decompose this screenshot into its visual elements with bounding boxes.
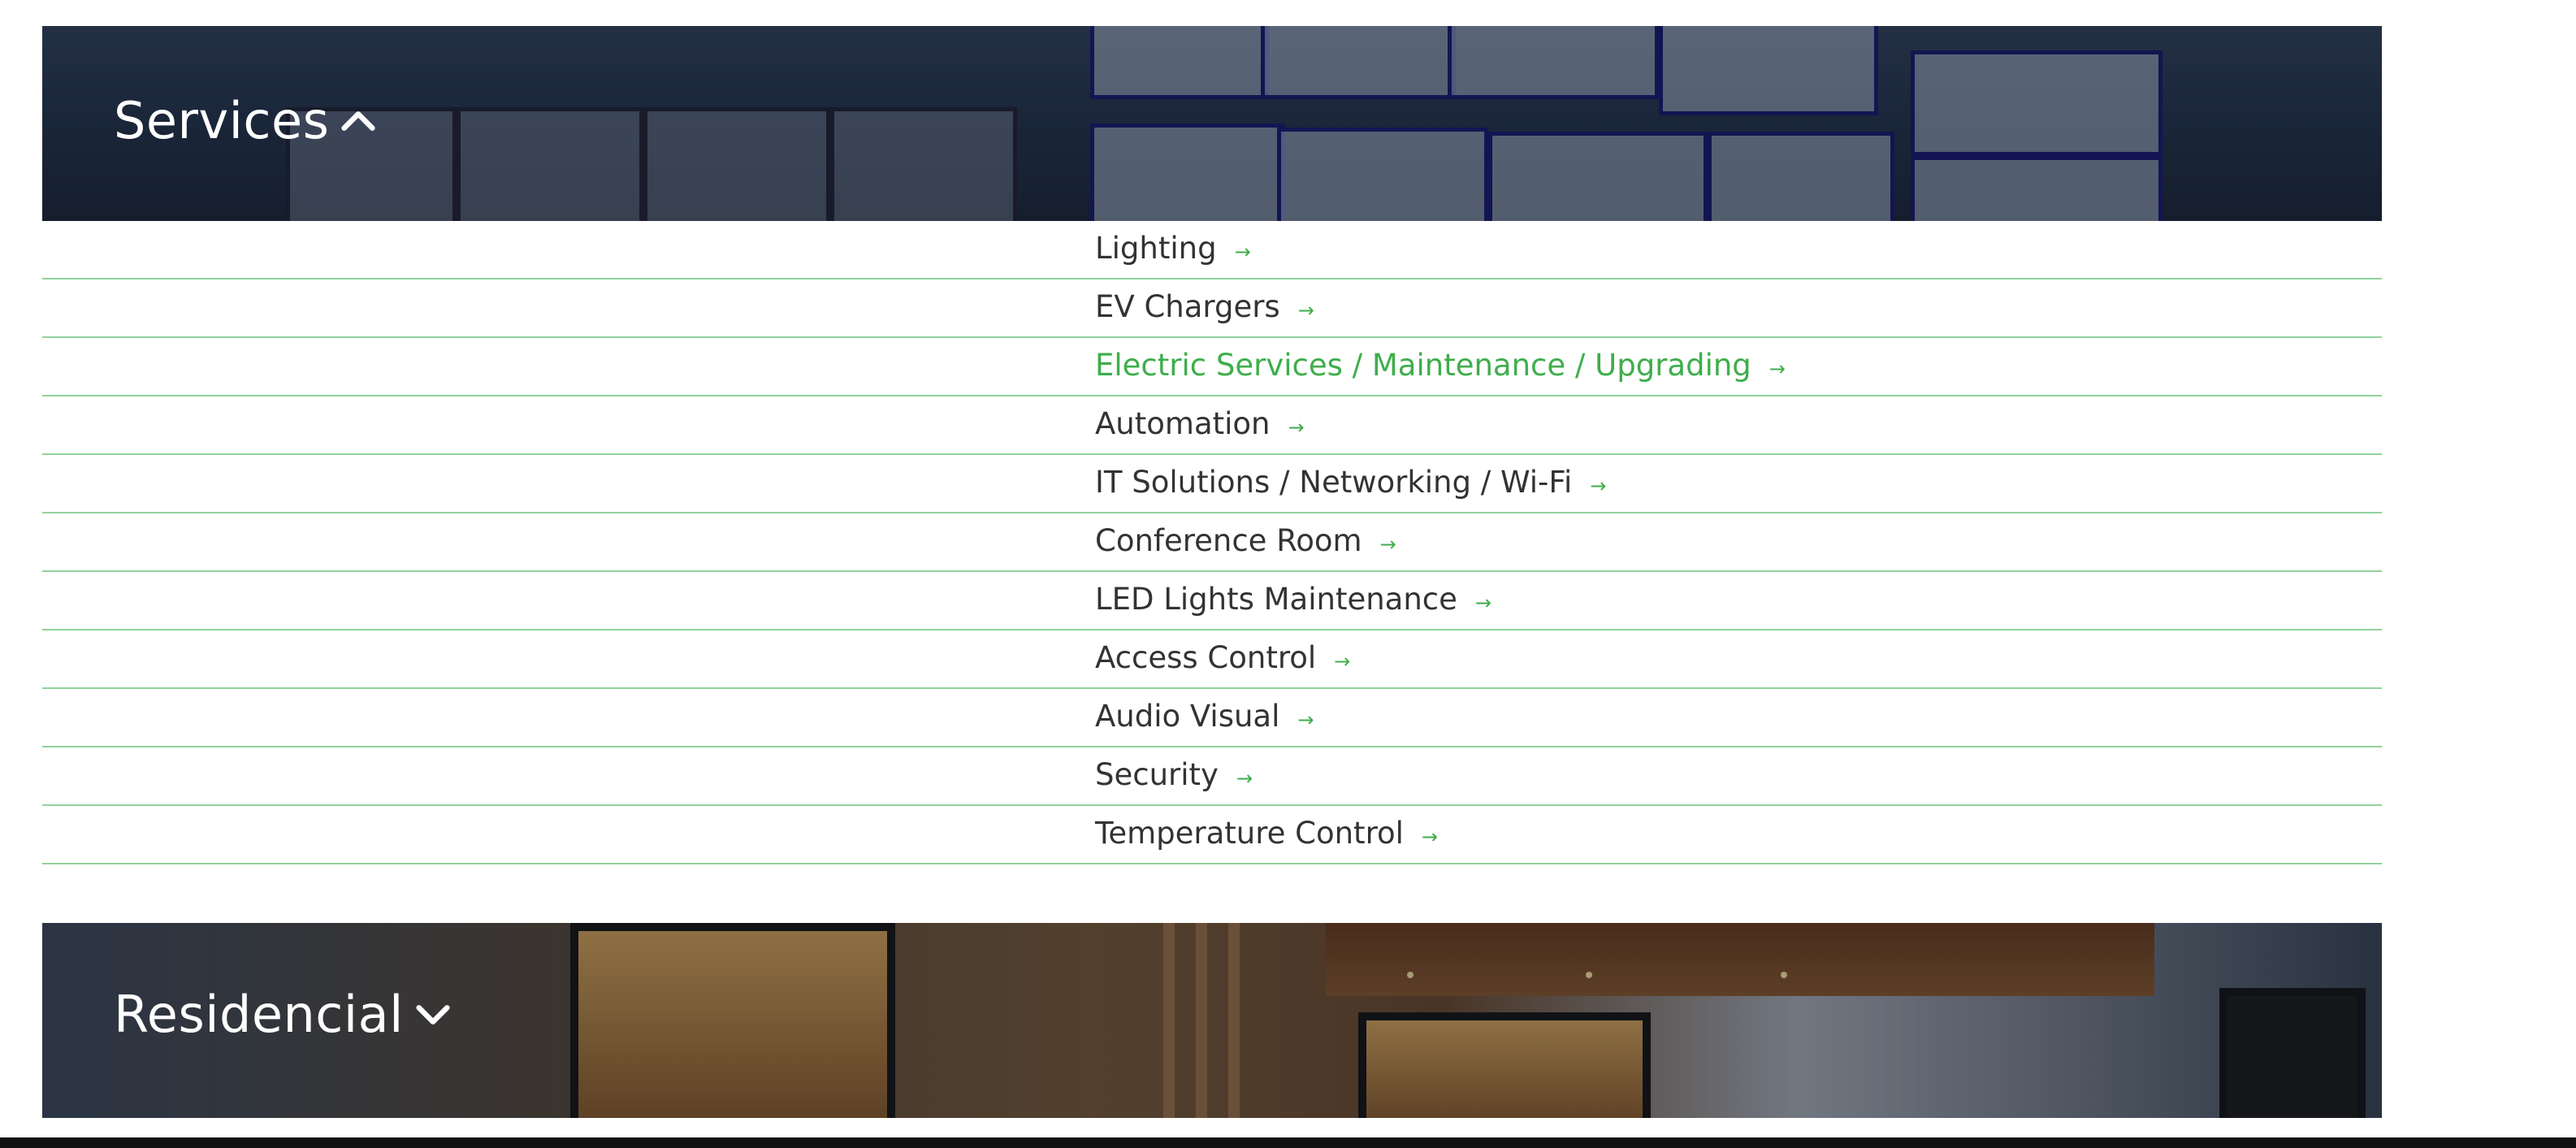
page: Services Lighting → EV Chargers → Electric S…	[0, 0, 2576, 1148]
service-label: Security	[1095, 757, 1219, 792]
chevron-down-icon	[416, 1004, 450, 1025]
service-label: Conference Room	[1095, 523, 1362, 558]
service-link[interactable]: LED Lights Maintenance →	[1095, 582, 1491, 617]
arrow-right-icon: →	[1288, 415, 1305, 439]
service-link[interactable]: Temperature Control →	[1095, 816, 1438, 851]
service-link[interactable]: Access Control →	[1095, 640, 1350, 675]
service-link[interactable]: Security →	[1095, 757, 1253, 792]
service-label: Automation	[1095, 406, 1271, 441]
arrow-right-icon: →	[1236, 766, 1253, 790]
services-title: Services	[114, 91, 330, 150]
arrow-right-icon: →	[1474, 591, 1492, 614]
arrow-right-icon: →	[1590, 474, 1607, 497]
service-link[interactable]: Conference Room →	[1095, 523, 1396, 558]
chevron-up-icon	[341, 110, 376, 131]
service-list-item: Lighting →	[42, 221, 2382, 279]
arrow-right-icon: →	[1297, 708, 1314, 731]
service-list-item: LED Lights Maintenance →	[42, 572, 2382, 630]
service-list-item: Conference Room →	[42, 513, 2382, 572]
service-label: Temperature Control	[1095, 816, 1404, 851]
arrow-right-icon: →	[1234, 240, 1251, 263]
service-label: EV Chargers	[1095, 289, 1280, 324]
service-label: Access Control	[1095, 640, 1317, 675]
service-label: IT Solutions / Networking / Wi-Fi	[1095, 465, 1573, 500]
bottom-bar	[0, 1137, 2576, 1148]
residencial-title: Residencial	[114, 985, 404, 1044]
services-list: Lighting → EV Chargers → Electric Services /…	[42, 221, 2382, 864]
service-link[interactable]: EV Chargers →	[1095, 289, 1314, 324]
service-link[interactable]: Audio Visual →	[1095, 699, 1314, 734]
service-link[interactable]: IT Solutions / Networking / Wi-Fi →	[1095, 465, 1606, 500]
service-list-item: Security →	[42, 747, 2382, 806]
service-label: Audio Visual	[1095, 699, 1280, 734]
arrow-right-icon: →	[1421, 825, 1438, 848]
service-link[interactable]: Lighting →	[1095, 231, 1251, 266]
service-list-item: Automation →	[42, 396, 2382, 455]
service-link[interactable]: Electric Services / Maintenance / Upgrad…	[1095, 348, 1786, 383]
service-list-item: Electric Services / Maintenance / Upgrad…	[42, 338, 2382, 396]
services-toggle[interactable]: Services	[114, 91, 379, 150]
service-list-item: Access Control →	[42, 630, 2382, 689]
arrow-right-icon: →	[1334, 649, 1351, 673]
service-list-item: Audio Visual →	[42, 689, 2382, 747]
service-label: Electric Services / Maintenance / Upgrad…	[1095, 348, 1751, 383]
arrow-right-icon: →	[1769, 357, 1786, 380]
service-label: LED Lights Maintenance	[1095, 582, 1457, 617]
service-list-item: EV Chargers →	[42, 279, 2382, 338]
service-label: Lighting	[1095, 231, 1217, 266]
services-banner[interactable]: Services	[42, 26, 2382, 221]
service-list-item: IT Solutions / Networking / Wi-Fi →	[42, 455, 2382, 513]
arrow-right-icon: →	[1379, 532, 1396, 556]
service-list-item: Temperature Control →	[42, 806, 2382, 864]
service-link[interactable]: Automation →	[1095, 406, 1305, 441]
residencial-banner[interactable]: Residencial	[42, 923, 2382, 1118]
banner-overlay	[42, 26, 2382, 221]
residencial-toggle[interactable]: Residencial	[114, 985, 454, 1044]
arrow-right-icon: →	[1297, 298, 1314, 322]
